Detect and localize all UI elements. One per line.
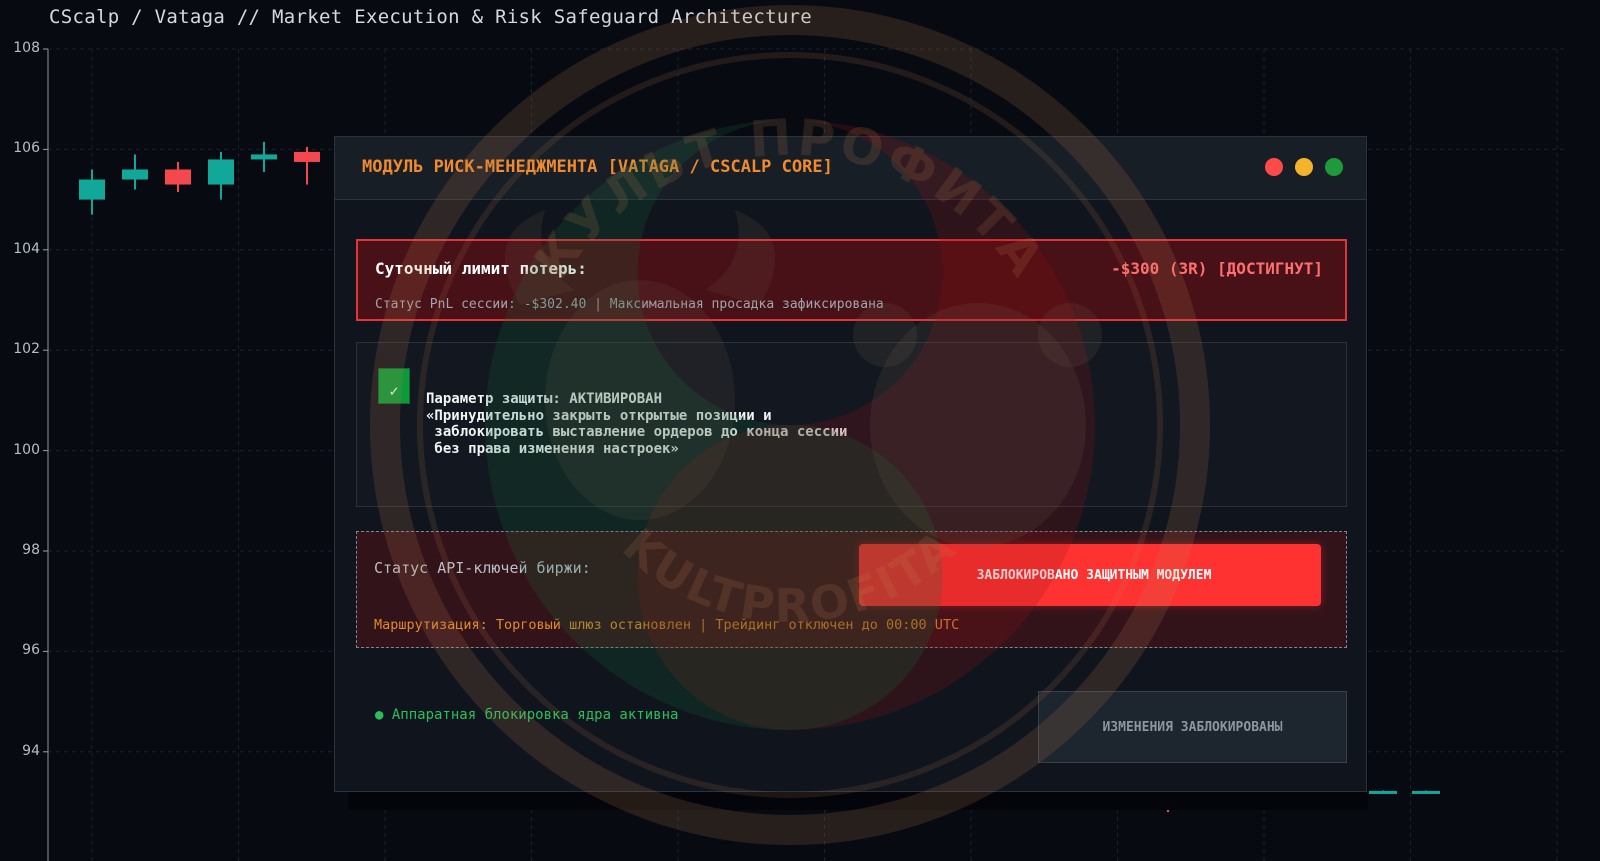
candle-body (208, 159, 234, 185)
api-blocked-button[interactable]: ЗАБЛОКИРОВАНО ЗАЩИТНЫМ МОДУЛЕМ (859, 544, 1321, 606)
y-tick-label: 98 (22, 542, 40, 558)
y-tick-label: 96 (22, 642, 40, 659)
window-title: CScalp / Vataga // Market Execution & Ri… (49, 6, 813, 28)
daily-loss-limit-panel: Суточный лимит потерь: -$300 (3R) [ДОСТИ… (356, 239, 1347, 321)
daily-loss-limit-value: -$300 (3R) [ДОСТИГНУТ] (1111, 259, 1323, 278)
protection-checkbox[interactable]: ✓ (378, 368, 410, 404)
candle-body (1369, 790, 1397, 794)
candle-body (79, 179, 105, 200)
protection-panel: ✓ Параметр защиты: АКТИВИРОВАН «Принудит… (356, 342, 1347, 507)
y-tick-label: 102 (13, 341, 40, 358)
api-blocked-label: ЗАБЛОКИРОВАНО ЗАЩИТНЫМ МОДУЛЕМ (976, 567, 1212, 583)
routing-status-text: Маршрутизация: Торговый шлюз остановлен … (374, 617, 960, 633)
maximize-dot-button[interactable] (1325, 158, 1343, 176)
daily-loss-limit-label: Суточный лимит потерь: (375, 259, 587, 278)
modal-header: МОДУЛЬ РИСК-МЕНЕДЖМЕНТА [VATAGA / CSCALP… (335, 137, 1366, 200)
y-tick-label: 100 (13, 441, 40, 458)
candle-body (251, 154, 277, 160)
candle-body (122, 169, 148, 180)
y-tick-label: 94 (22, 742, 40, 759)
candle-body (165, 169, 191, 185)
kernel-lock-status: ● Аппаратная блокировка ядра активна (375, 707, 679, 723)
close-dot-button[interactable] (1265, 158, 1283, 176)
changes-locked-button[interactable]: ИЗМЕНЕНИЯ ЗАБЛОКИРОВАНЫ (1038, 691, 1347, 763)
y-tick-label: 106 (13, 140, 40, 157)
api-status-label: Статус API-ключей биржи: (374, 559, 591, 577)
y-tick-label: 104 (13, 240, 40, 257)
candle-body (294, 151, 320, 162)
modal-title: МОДУЛЬ РИСК-МЕНЕДЖМЕНТА [VATAGA / CSCALP… (362, 157, 833, 177)
checkmark-icon: ✓ (389, 382, 399, 400)
api-status-panel: Статус API-ключей биржи: ЗАБЛОКИРОВАНО З… (356, 531, 1347, 648)
minimize-dot-button[interactable] (1295, 158, 1313, 176)
risk-modal: МОДУЛЬ РИСК-МЕНЕДЖМЕНТА [VATAGA / CSCALP… (334, 136, 1367, 792)
protection-text: Параметр защиты: АКТИВИРОВАН «Принудител… (426, 391, 848, 457)
y-tick-label: 108 (13, 40, 40, 56)
pnl-status-text: Статус PnL сессии: -$302.40 | Максимальн… (375, 297, 884, 312)
candle-body (1412, 790, 1440, 794)
